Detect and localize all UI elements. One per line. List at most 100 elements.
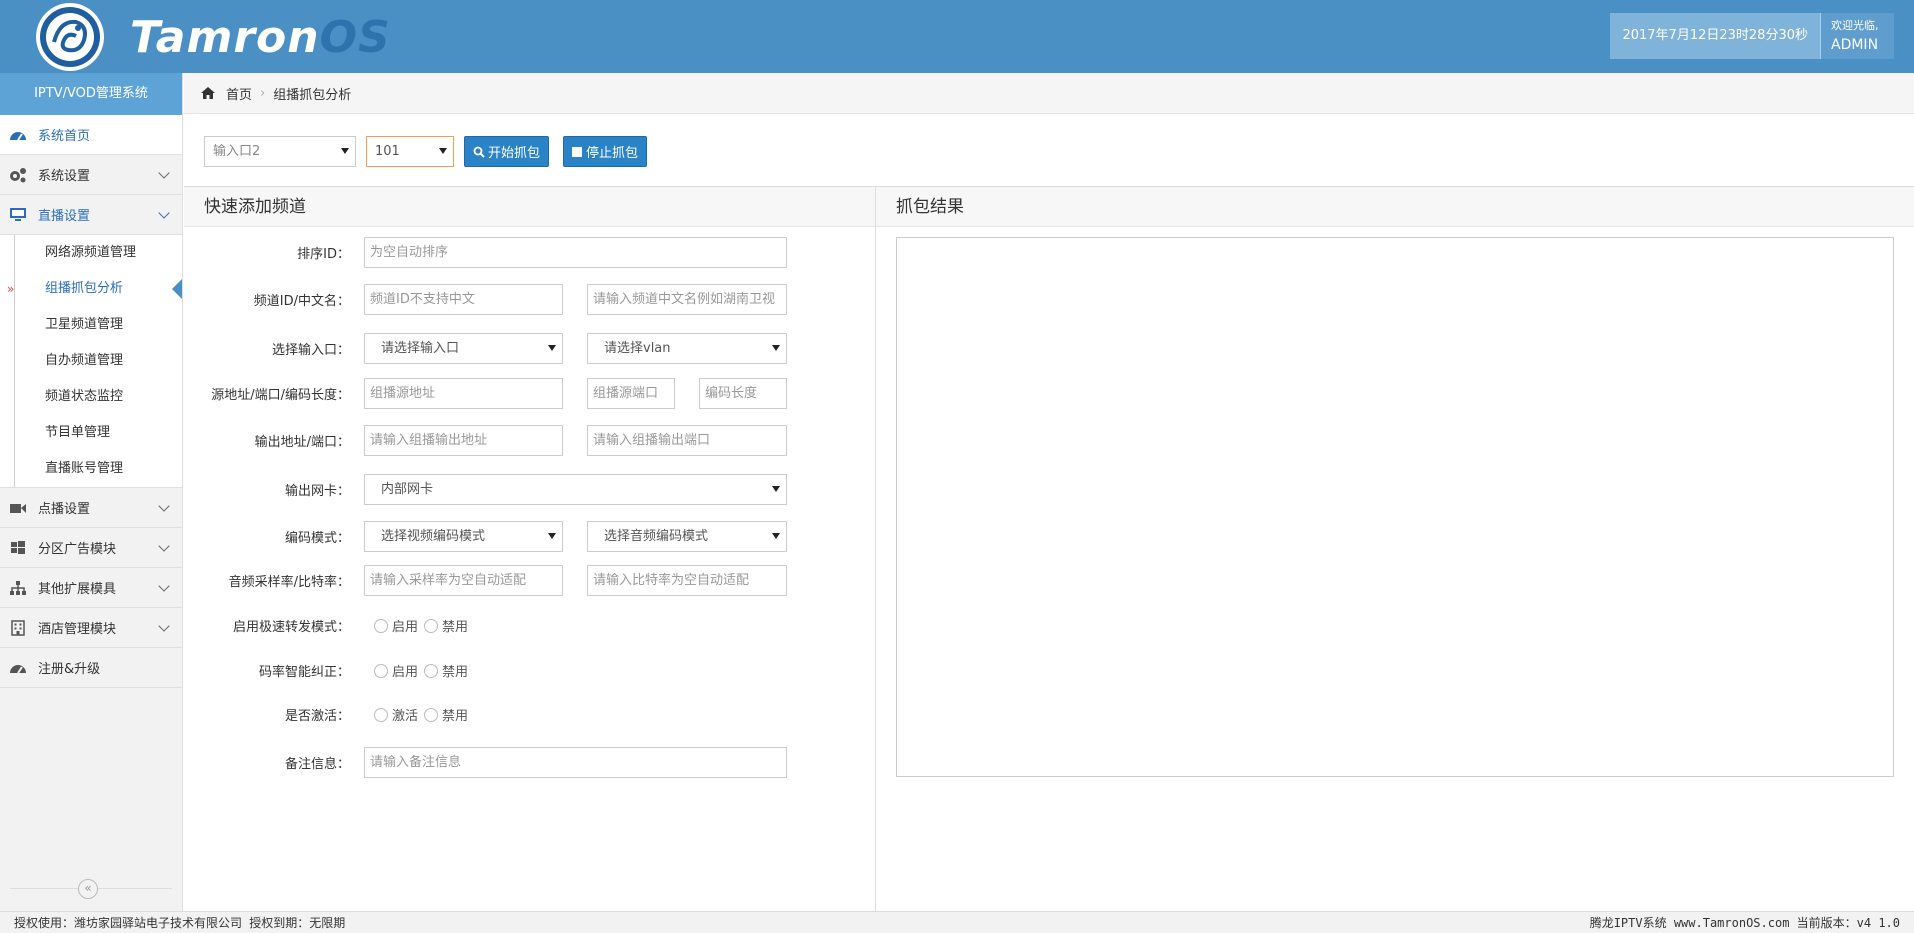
radio-circle [374,663,388,678]
field-label: 音频采样率/比特率： [228,575,350,590]
chevron-down-icon [158,167,170,179]
footer: 授权使用：潍坊家园驿站电子技术有限公司 授权到期：无限期 腾龙IPTV系统 ww… [0,911,1914,933]
dashboard-icon [8,127,28,143]
input-port-dropdown[interactable]: 请选择输入口 [364,333,563,364]
capture-toolbar: 输入口2 101 开始抓包 停止抓包 [204,136,648,167]
fast-enable-radio[interactable]: 启用 [364,616,418,635]
caret-down-icon [548,345,556,351]
submenu-live-accounts[interactable]: 直播账号管理 [14,451,182,487]
deactivate-radio[interactable]: 禁用 [422,705,468,724]
video-codec-dropdown[interactable]: 选择视频编码模式 [364,521,563,552]
header-info: 2017年7月12日23时28分30秒 欢迎光临, ADMIN [1610,13,1894,59]
field-label: 是否激活： [284,709,350,724]
caret-down-icon [548,533,556,539]
input-port-select[interactable]: 输入口2 [204,136,356,167]
user-box[interactable]: 欢迎光临, ADMIN [1820,13,1894,59]
form-row-codec: 编码模式： 选择视频编码模式 选择音频编码模式 [184,521,787,552]
button-label: 开始抓包 [488,146,541,161]
field-label: 编码模式： [284,531,350,546]
start-capture-button[interactable]: 开始抓包 [464,136,550,167]
fast-disable-radio[interactable]: 禁用 [422,616,468,635]
active-arrow-icon: » [7,282,15,296]
channel-name-input[interactable]: 请输入频道中文名例如湖南卫视 [587,284,787,315]
form-row-fast-forward: 启用极速转发模式： 启用 禁用 [184,610,472,641]
correct-disable-radio[interactable]: 禁用 [422,661,468,680]
output-address-input[interactable]: 请输入组播输出地址 [364,425,563,456]
select-value: 内部网卡 [381,482,434,497]
caret-down-icon [772,533,780,539]
select-value: 请选择输入口 [381,341,460,356]
live-submenu: 网络源频道管理 » 组播抓包分析 卫星频道管理 自办频道管理 频道状态监控 节目… [0,235,182,488]
submenu-channel-monitor[interactable]: 频道状态监控 [14,379,182,415]
select-value: 请选择vlan [604,341,671,356]
breadcrumb-home-link[interactable]: 首页 [226,84,252,103]
bitrate-input[interactable]: 请输入比特率为空自动适配 [587,565,787,596]
form-row-activate: 是否激活： 激活 禁用 [184,699,472,730]
output-nic-dropdown[interactable]: 内部网卡 [364,474,787,505]
username: ADMIN [1831,37,1879,53]
sidebar-item-register-upgrade[interactable]: 注册&升级 [0,648,182,688]
sidebar-item-label: 注册&升级 [38,662,101,677]
sidebar-item-label: 直播设置 [38,209,91,224]
logo-text: TamronOS [130,12,391,63]
sidebar-item-label: 酒店管理模块 [38,622,117,637]
radio-circle [374,707,388,722]
field-label: 输出网卡： [284,484,350,499]
sample-rate-input[interactable]: 请输入采样率为空自动适配 [364,565,563,596]
field-label: 启用极速转发模式： [232,620,350,635]
activate-radio[interactable]: 激活 [364,705,418,724]
sidebar-item-label: 系统设置 [38,169,91,184]
collapse-sidebar-button[interactable]: « [78,879,98,899]
channel-select[interactable]: 101 [366,136,454,167]
header: TamronOS 2017年7月12日23时28分30秒 欢迎光临, ADMIN [0,0,1914,73]
audio-codec-dropdown[interactable]: 选择音频编码模式 [587,521,787,552]
field-label: 备注信息： [284,757,350,772]
sidebar-item-hotel-module[interactable]: 酒店管理模块 [0,608,182,648]
select-value: 选择音频编码模式 [604,529,709,544]
submenu-multicast-capture[interactable]: » 组播抓包分析 [7,271,182,307]
form-row-channel: 频道ID/中文名： 频道ID不支持中文 请输入频道中文名例如湖南卫视 [184,284,787,315]
capture-result-area[interactable] [896,237,1894,777]
sidebar-item-extensions[interactable]: 其他扩展模具 [0,568,182,608]
sidebar-item-live-settings[interactable]: 直播设置 [0,195,182,235]
field-label: 频道ID/中文名： [253,294,350,309]
gears-icon [8,167,28,183]
form-row-audio-rate: 音频采样率/比特率： 请输入采样率为空自动适配 请输入比特率为空自动适配 [184,565,787,596]
source-port-input[interactable]: 组播源端口 [587,378,675,409]
channel-id-input[interactable]: 频道ID不支持中文 [364,284,563,315]
sidebar: IPTV/VOD管理系统 系统首页 系统设置 直播设置 网络源频道管理 » 组播… [0,73,183,911]
code-length-input[interactable]: 编码长度 [699,378,787,409]
sort-id-input[interactable]: 为空自动排序 [364,237,787,268]
note-input[interactable]: 请输入备注信息 [364,747,787,778]
sidebar-item-vod-settings[interactable]: 点播设置 [0,488,182,528]
dashboard-icon [8,660,28,676]
sidebar-item-ad-module[interactable]: 分区广告模块 [0,528,182,568]
submenu-satellite-channels[interactable]: 卫星频道管理 [14,307,182,343]
capture-result-panel: 抓包结果 [876,186,1914,911]
submenu-custom-channels[interactable]: 自办频道管理 [14,343,182,379]
stop-capture-button[interactable]: 停止抓包 [563,136,648,167]
correct-enable-radio[interactable]: 启用 [364,661,418,680]
sidebar-item-system-settings[interactable]: 系统设置 [0,155,182,195]
form-row-output: 输出地址/端口： 请输入组播输出地址 请输入组播输出端口 [184,425,787,456]
source-address-input[interactable]: 组播源地址 [364,378,563,409]
vlan-dropdown[interactable]: 请选择vlan [587,333,787,364]
sidebar-item-home[interactable]: 系统首页 [0,115,182,155]
breadcrumb: 首页 › 组播抓包分析 [184,73,1914,114]
stop-icon [572,146,583,157]
field-label: 输出地址/端口： [254,435,350,450]
output-port-input[interactable]: 请输入组播输出端口 [587,425,787,456]
sidebar-item-label: 其他扩展模具 [38,582,117,597]
building-icon [8,619,28,636]
submenu-program-schedule[interactable]: 节目单管理 [14,415,182,451]
submenu-network-channels[interactable]: 网络源频道管理 [14,235,182,271]
form-row-nic: 输出网卡： 内部网卡 [184,474,787,505]
radio-circle [424,618,439,633]
active-indicator [172,279,182,299]
monitor-icon [8,207,28,223]
home-icon [200,86,216,100]
form-row-input-port: 选择输入口： 请选择输入口 请选择vlan [184,333,787,364]
quick-add-panel: 快速添加频道 排序ID： 为空自动排序 频道ID/中文名： 频道ID不支持中文 … [184,186,876,911]
sidebar-item-label: 点播设置 [38,502,91,517]
chevron-down-icon [158,580,170,592]
